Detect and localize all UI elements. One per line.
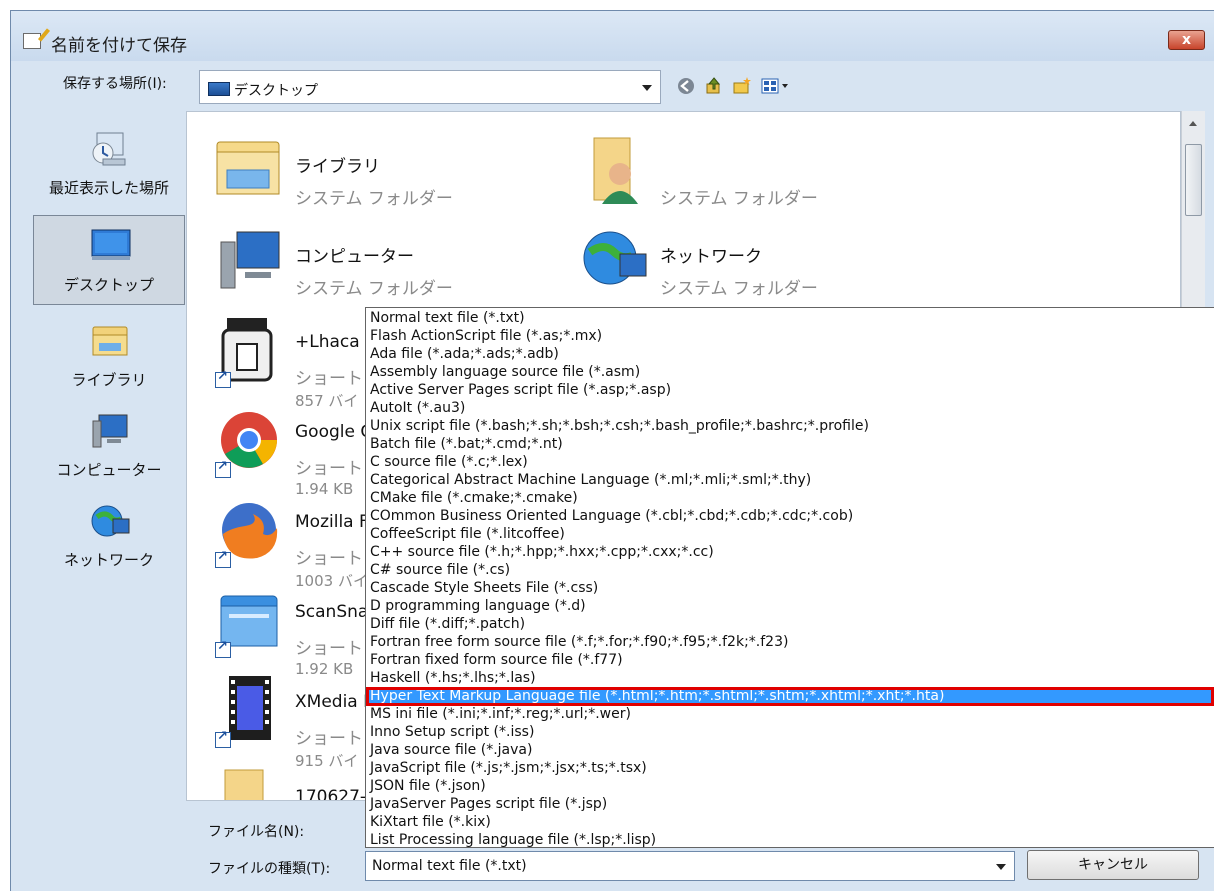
filetype-option[interactable]: MS ini file (*.ini;*.inf;*.reg;*.url;*.w… [366,705,1214,724]
filetype-value: Normal text file (*.txt) [372,858,527,874]
new-folder-icon[interactable] [732,76,752,96]
dialog-title: 名前を付けて保存 [51,36,187,56]
file-type: システム フォルダー [295,279,453,299]
filetype-option[interactable]: JSON file (*.json) [366,777,1214,796]
shortcut-overlay-icon [215,459,231,478]
place-network[interactable]: ネットワーク [33,491,185,581]
filetype-option[interactable]: Normal text file (*.txt) [366,309,1214,328]
filetype-option[interactable]: Fortran fixed form source file (*.f77) [366,651,1214,670]
close-button[interactable]: x [1168,30,1205,50]
filetype-option[interactable]: COmmon Business Oriented Language (*.cbl… [366,507,1214,526]
filetype-option[interactable]: KiXtart file (*.kix) [366,813,1214,832]
filetype-option[interactable]: Assembly language source file (*.asm) [366,363,1214,382]
filetype-option[interactable]: C source file (*.c;*.lex) [366,453,1214,472]
filetype-option[interactable]: Ada file (*.ada;*.ads;*.adb) [366,345,1214,364]
user-folder-icon [593,137,638,204]
file-name: Mozilla Fi [295,512,373,532]
filetype-option[interactable]: C# source file (*.cs) [366,561,1214,580]
place-label-network: ネットワーク [63,551,154,569]
filetype-option[interactable]: Diff file (*.diff;*.patch) [366,615,1214,634]
place-libraries[interactable]: ライブラリ [33,311,185,401]
folder-icon [224,769,264,800]
file-type: システム フォルダー [660,279,818,299]
libraries-icon [92,326,128,356]
scroll-up-icon[interactable] [1189,121,1197,126]
filetype-option[interactable]: AutoIt (*.au3) [366,399,1214,418]
libraries-folder-icon [216,141,280,195]
place-desktop[interactable]: デスクトップ [33,215,185,305]
shortcut-overlay-icon [215,549,231,568]
file-item[interactable]: ライブラリ システム フォルダー [215,132,575,222]
filetype-option[interactable]: Categorical Abstract Machine Language (*… [366,471,1214,490]
file-type: システム フォルダー [660,189,818,209]
location-combo[interactable]: デスクトップ [199,70,661,104]
title-bar: 名前を付けて保存 x [11,11,1214,61]
shortcut-overlay-icon [215,369,231,388]
file-item[interactable]: コンピューター システム フォルダー [215,222,575,312]
filetype-option[interactable]: JavaScript file (*.js;*.jsm;*.jsx;*.ts;*… [366,759,1214,778]
up-folder-icon[interactable] [704,76,724,96]
filename-label: ファイル名(N): [208,824,305,840]
chevron-down-icon[interactable] [642,85,652,91]
filetype-option[interactable]: CMake file (*.cmake;*.cmake) [366,489,1214,508]
recent-places-icon [92,132,126,166]
location-value: デスクトップ [234,83,318,99]
filetype-option[interactable]: Batch file (*.bat;*.cmd;*.nt) [366,435,1214,454]
desktop-place-icon [91,229,131,260]
shortcut-overlay-icon [215,639,231,658]
filetype-option[interactable]: Inno Setup script (*.iss) [366,723,1214,742]
filetype-dropdown-list[interactable]: Normal text file (*.txt) Flash ActionScri… [365,307,1214,848]
place-recent[interactable]: 最近表示した場所 [33,119,185,209]
filetype-label: ファイルの種類(T): [208,861,331,877]
place-computer[interactable]: コンピューター [33,401,185,491]
desktop-icon [208,82,230,96]
cancel-button[interactable]: キャンセル [1027,850,1199,880]
file-type: システム フォルダー [295,189,453,209]
computer-folder-icon [220,231,280,289]
filetype-option[interactable]: CoffeeScript file (*.litcoffee) [366,525,1214,544]
filetype-option[interactable]: Java source file (*.java) [366,741,1214,760]
file-name: Google C [295,422,373,442]
network-folder-icon [583,231,647,285]
filetype-option[interactable]: Haskell (*.hs;*.lhs;*.las) [366,669,1214,688]
file-name: ネットワーク [660,247,762,267]
file-name: +Lhaca [295,332,360,352]
filetype-option[interactable]: Cascade Style Sheets File (*.css) [366,579,1214,598]
filetype-option[interactable]: C++ source file (*.h;*.hpp;*.hxx;*.cpp;*… [366,543,1214,562]
filetype-option[interactable]: Fortran free form source file (*.f;*.for… [366,633,1214,652]
view-menu-icon[interactable] [761,76,791,96]
place-label-recent: 最近表示した場所 [48,179,169,197]
computer-icon [92,414,128,448]
place-label-desktop: デスクトップ [63,276,154,294]
places-bar: 最近表示した場所 デスクトップ ライブラリ コンピューター ネットワーク [33,111,185,801]
location-label: 保存する場所(I): [63,76,167,92]
filetype-option[interactable]: Flash ActionScript file (*.as;*.mx) [366,327,1214,346]
filetype-option[interactable]: List Processing language file (*.lsp;*.l… [366,831,1214,847]
file-item[interactable]: ネットワーク システム フォルダー [580,222,940,312]
file-name: ライブラリ [295,157,380,177]
filetype-option[interactable]: D programming language (*.d) [366,597,1214,616]
filetype-option[interactable]: Hyper Text Markup Language file (*.html;… [366,687,1214,706]
filetype-option[interactable]: JavaServer Pages script file (*.jsp) [366,795,1214,814]
filetype-select[interactable]: Normal text file (*.txt) [365,851,1015,881]
file-name: XMedia R [295,692,375,712]
save-dialog-icon [23,33,41,49]
back-icon[interactable] [676,76,696,96]
scroll-thumb[interactable] [1185,144,1202,216]
filetype-option[interactable]: Unix script file (*.bash;*.sh;*.bsh;*.cs… [366,417,1214,436]
shortcut-overlay-icon [215,729,231,748]
network-icon [91,505,130,537]
file-item[interactable]: システム フォルダー [580,132,940,222]
place-label-computer: コンピューター [56,461,162,479]
place-label-libraries: ライブラリ [71,371,147,389]
filetype-option[interactable]: Active Server Pages script file (*.asp;*… [366,381,1214,400]
chevron-down-icon[interactable] [996,864,1006,870]
file-name: コンピューター [295,247,414,267]
